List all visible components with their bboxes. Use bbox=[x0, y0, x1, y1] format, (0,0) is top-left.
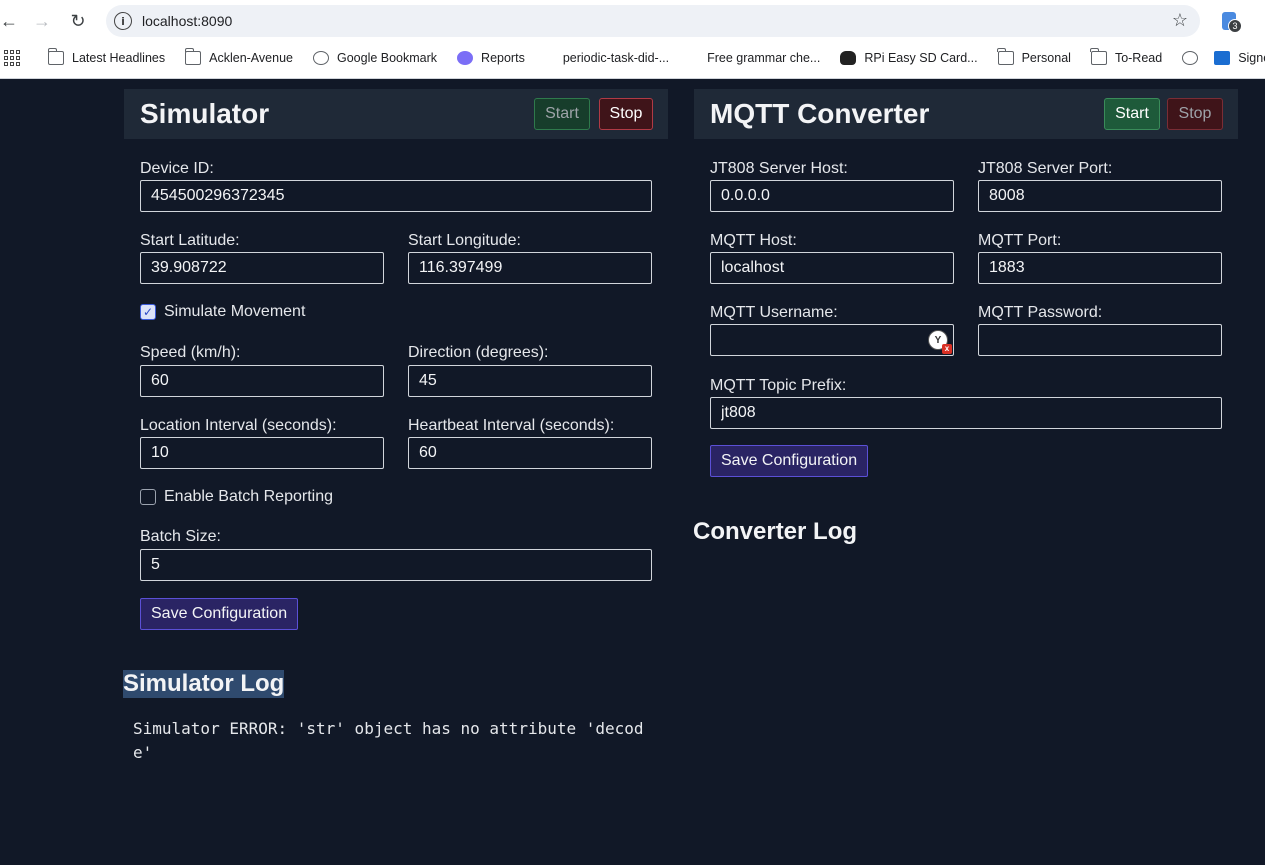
url-text[interactable]: localhost:8090 bbox=[142, 13, 232, 29]
bookmark-rpi-easy-sd[interactable]: RPi Easy SD Card... bbox=[840, 51, 978, 65]
tux-icon bbox=[840, 51, 857, 65]
bookmark-label: Acklen-Avenue bbox=[209, 51, 293, 65]
simulate-movement-label: Simulate Movement bbox=[164, 303, 306, 320]
location-interval-label: Location Interval (seconds): bbox=[140, 417, 337, 434]
extension-badge: 3 bbox=[1228, 19, 1242, 33]
converter-start-button[interactable]: Start bbox=[1104, 98, 1160, 130]
batch-reporting-checkbox[interactable] bbox=[140, 489, 156, 505]
bookmark-periodic-task[interactable]: periodic-task-did-... bbox=[563, 51, 669, 65]
extension-icon[interactable]: 3 bbox=[1218, 10, 1244, 36]
bookmark-label: To-Read bbox=[1114, 51, 1163, 65]
converter-stop-button[interactable]: Stop bbox=[1167, 98, 1223, 130]
batch-size-input[interactable] bbox=[140, 549, 652, 581]
mqtt-host-input[interactable] bbox=[710, 252, 954, 284]
globe-icon bbox=[1182, 51, 1199, 65]
start-latitude-input[interactable] bbox=[140, 252, 384, 284]
forward-arrow-icon[interactable]: → bbox=[29, 8, 55, 34]
checkmark-icon: ✓ bbox=[142, 305, 154, 319]
converter-header: MQTT Converter Start Stop bbox=[694, 89, 1238, 139]
outlook-icon bbox=[1214, 51, 1231, 65]
bookmark-signe[interactable]: Signe bbox=[1214, 51, 1265, 65]
simulator-stop-button[interactable]: Stop bbox=[599, 98, 653, 130]
bookmark-label: Latest Headlines bbox=[72, 51, 166, 65]
direction-label: Direction (degrees): bbox=[408, 344, 549, 361]
bookmark-latest-headlines[interactable]: Latest Headlines bbox=[47, 48, 166, 65]
bookmark-free-grammar[interactable]: Free grammar che... bbox=[707, 51, 820, 65]
bookmark-label: periodic-task-did-... bbox=[562, 51, 670, 65]
location-interval-input[interactable] bbox=[140, 437, 384, 469]
password-manager-icon[interactable]: Yx bbox=[928, 330, 952, 354]
bookmark-personal[interactable]: Personal bbox=[997, 48, 1071, 65]
mqtt-port-label: MQTT Port: bbox=[978, 232, 1062, 249]
jt808-host-input[interactable] bbox=[710, 180, 954, 212]
simulator-log-text: Simulator ERROR: 'str' object has no att… bbox=[133, 719, 644, 762]
mqtt-password-label: MQTT Password: bbox=[978, 304, 1103, 321]
mqtt-username-input[interactable] bbox=[710, 324, 954, 356]
converter-title: MQTT Converter bbox=[710, 98, 930, 129]
device-id-label: Device ID: bbox=[140, 160, 214, 177]
back-arrow-icon[interactable]: ← bbox=[0, 8, 22, 34]
bookmark-reports[interactable]: Reports bbox=[457, 51, 525, 65]
reports-icon bbox=[457, 51, 474, 65]
simulator-log-title: Simulator Log bbox=[123, 670, 285, 698]
topic-prefix-input[interactable] bbox=[710, 397, 1222, 429]
batch-size-label: Batch Size: bbox=[140, 528, 221, 545]
bookmarks-bar: Latest Headlines Acklen-Avenue Google Bo… bbox=[0, 44, 1265, 72]
app-area: Simulator Start Stop Device ID: Start La… bbox=[0, 80, 1265, 865]
bookmark-to-read[interactable]: To-Read bbox=[1090, 48, 1163, 65]
topic-prefix-label: MQTT Topic Prefix: bbox=[710, 377, 847, 394]
jt808-host-label: JT808 Server Host: bbox=[710, 160, 848, 177]
simulator-title: Simulator bbox=[140, 98, 270, 129]
mqtt-username-label: MQTT Username: bbox=[710, 304, 838, 321]
start-longitude-label: Start Longitude: bbox=[408, 232, 521, 249]
bookmark-acklen-avenue[interactable]: Acklen-Avenue bbox=[184, 48, 293, 65]
folder-icon bbox=[47, 48, 64, 65]
site-info-icon[interactable]: i bbox=[114, 12, 132, 30]
simulator-header: Simulator Start Stop bbox=[124, 89, 668, 139]
bookmark-google-bookmark[interactable]: Google Bookmark bbox=[312, 51, 438, 65]
bookmark-label: Signe bbox=[1238, 51, 1265, 65]
folder-icon bbox=[997, 48, 1014, 65]
bookmark-label: Google Bookmark bbox=[336, 51, 438, 65]
converter-save-button[interactable]: Save Configuration bbox=[710, 445, 869, 477]
speed-label: Speed (km/h): bbox=[140, 344, 241, 361]
mqtt-password-input[interactable] bbox=[978, 324, 1222, 356]
heartbeat-interval-input[interactable] bbox=[408, 437, 652, 469]
bookmark-label: RPi Easy SD Card... bbox=[864, 51, 978, 65]
heartbeat-interval-label: Heartbeat Interval (seconds): bbox=[408, 417, 615, 434]
folder-icon bbox=[1090, 48, 1107, 65]
apps-grid-icon[interactable] bbox=[4, 50, 20, 66]
bookmark-label: Personal bbox=[1021, 51, 1071, 65]
simulator-start-button[interactable]: Start bbox=[534, 98, 590, 130]
simulate-movement-checkbox[interactable]: ✓ bbox=[140, 304, 156, 320]
speed-input[interactable] bbox=[140, 365, 384, 397]
mqtt-host-label: MQTT Host: bbox=[710, 232, 797, 249]
converter-log-title: Converter Log bbox=[693, 518, 858, 545]
bookmark-star-icon[interactable]: ☆ bbox=[1172, 10, 1188, 31]
bookmark-label: Reports bbox=[481, 51, 525, 65]
batch-reporting-label: Enable Batch Reporting bbox=[164, 488, 333, 505]
folder-icon bbox=[184, 48, 202, 65]
globe-icon bbox=[312, 51, 329, 65]
start-latitude-label: Start Latitude: bbox=[140, 232, 240, 249]
jt808-port-label: JT808 Server Port: bbox=[978, 160, 1113, 177]
jt808-port-input[interactable] bbox=[978, 180, 1222, 212]
bookmark-label: Free grammar che... bbox=[707, 51, 821, 65]
simulator-save-button[interactable]: Save Configuration bbox=[140, 598, 299, 630]
device-id-input[interactable] bbox=[140, 180, 652, 212]
direction-input[interactable] bbox=[408, 365, 652, 397]
start-longitude-input[interactable] bbox=[408, 252, 652, 284]
reload-icon[interactable]: ↻ bbox=[65, 8, 91, 34]
bookmark-globe[interactable] bbox=[1182, 51, 1206, 65]
browser-chrome: ← → ↻ i localhost:8090 ☆ 3 Latest Headli… bbox=[0, 0, 1265, 79]
address-bar[interactable]: i localhost:8090 ☆ bbox=[106, 5, 1200, 37]
mqtt-port-input[interactable] bbox=[978, 252, 1222, 284]
